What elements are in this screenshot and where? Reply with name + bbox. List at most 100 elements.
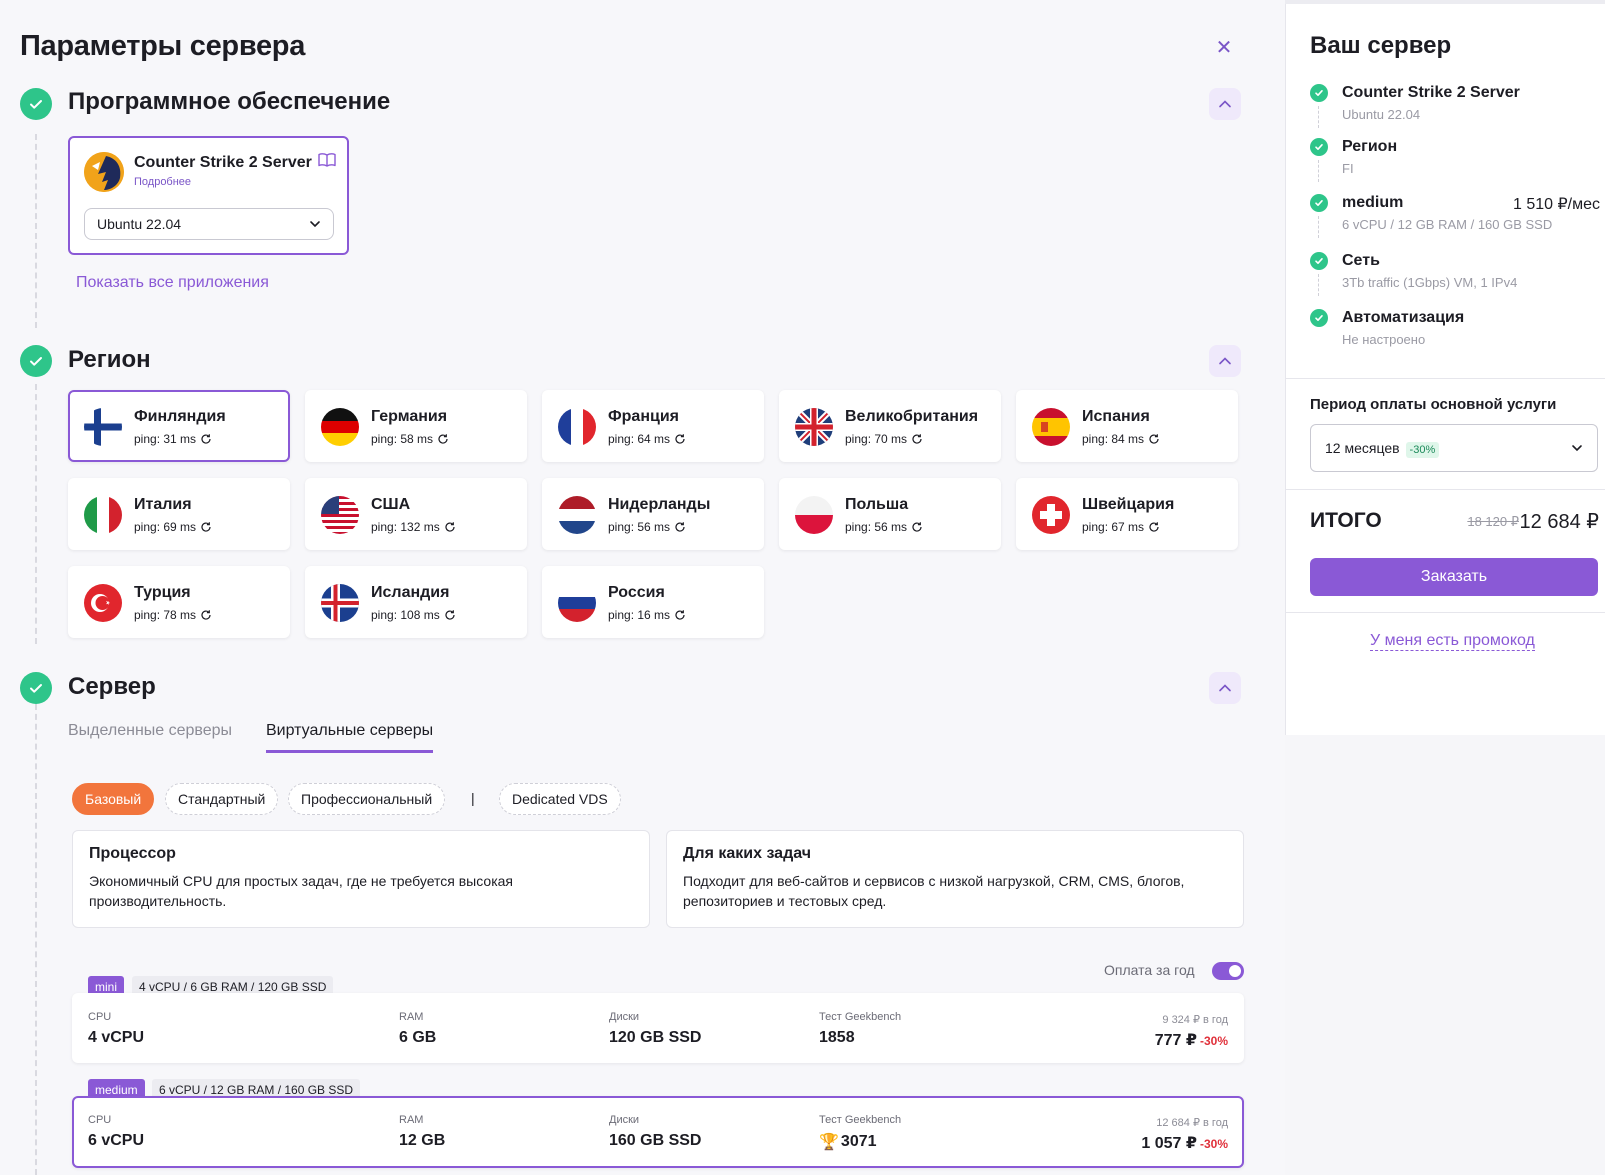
tab-virtual-servers[interactable]: Виртуальные серверы: [266, 722, 434, 753]
col-value: 1858: [819, 1029, 855, 1046]
summary-item-sub: Ubuntu 22.04: [1342, 107, 1421, 122]
summary-item: Регион FI: [1310, 138, 1600, 184]
refresh-icon[interactable]: [444, 521, 456, 533]
refresh-icon[interactable]: [911, 433, 923, 445]
region-card-ru[interactable]: Россия ping: 16 ms: [542, 566, 764, 638]
ping-text: ping: 108 ms: [371, 608, 440, 622]
info-use-cases: Для каких задач Подходит для веб-сайтов …: [666, 830, 1244, 928]
step-done-icon: [20, 88, 52, 120]
col-label: Тест Geekbench: [819, 1114, 902, 1126]
plan-card-mini[interactable]: CPU 4 vCPU RAM 6 GB Диски 120 GB SSD Тест G…: [72, 993, 1244, 1063]
region-card-us[interactable]: США ping: 132 ms: [305, 478, 527, 550]
region-ping: ping: 56 ms: [608, 520, 686, 534]
flag-fi-icon: [84, 408, 122, 446]
refresh-icon[interactable]: [674, 609, 686, 621]
refresh-icon[interactable]: [1148, 433, 1160, 445]
refresh-icon[interactable]: [437, 433, 449, 445]
ping-text: ping: 78 ms: [134, 608, 197, 622]
region-card-ch[interactable]: Швейцария ping: 67 ms: [1016, 478, 1238, 550]
region-card-tr[interactable]: Турция ping: 78 ms: [68, 566, 290, 638]
col-label: RAM: [399, 1114, 424, 1126]
show-all-apps-link[interactable]: Показать все приложения: [76, 274, 269, 292]
ping-text: ping: 70 ms: [845, 432, 908, 446]
refresh-icon[interactable]: [444, 609, 456, 621]
refresh-icon[interactable]: [911, 521, 923, 533]
refresh-icon[interactable]: [674, 521, 686, 533]
order-button[interactable]: Заказать: [1310, 558, 1598, 596]
pill-standard[interactable]: Стандартный: [165, 783, 279, 815]
region-card-gb[interactable]: Великобритания ping: 70 ms: [779, 390, 1001, 462]
server-config-panel: Параметры сервера ✕ Программное обеспече…: [0, 0, 1285, 1175]
info-text: Экономичный CPU для простых задач, где н…: [89, 873, 513, 909]
check-icon: [1310, 84, 1328, 102]
col-value: 12 GB: [399, 1132, 446, 1149]
ping-text: ping: 58 ms: [371, 432, 434, 446]
bench-value: 3071: [840, 1133, 877, 1150]
col-label: Диски: [609, 1011, 640, 1023]
summary-item: Автоматизация Не настроено: [1310, 309, 1600, 355]
col-label: RAM: [399, 1011, 424, 1023]
flag-es-icon: [1032, 408, 1070, 446]
section-title-software: Программное обеспечение: [68, 88, 391, 115]
period-value-wrap: 12 месяцев -30%: [1325, 440, 1440, 458]
step-connector: [35, 134, 37, 328]
period-select[interactable]: 12 месяцев -30%: [1310, 424, 1598, 472]
collapse-region-button[interactable]: [1209, 345, 1241, 377]
promo-code-link[interactable]: У меня есть промокод: [1370, 632, 1535, 651]
book-icon[interactable]: [318, 152, 336, 168]
refresh-icon[interactable]: [674, 433, 686, 445]
plan-cpu: CPU 6 vCPU: [88, 1114, 144, 1150]
flag-fr-icon: [558, 408, 596, 446]
refresh-icon[interactable]: [200, 433, 212, 445]
pill-professional[interactable]: Профессиональный: [288, 783, 446, 815]
software-details-link[interactable]: Подробнее: [134, 176, 191, 188]
flag-gb-icon: [795, 408, 833, 446]
ping-text: ping: 31 ms: [134, 432, 197, 446]
region-ping: ping: 67 ms: [1082, 520, 1160, 534]
refresh-icon[interactable]: [200, 609, 212, 621]
region-card-es[interactable]: Испания ping: 84 ms: [1016, 390, 1238, 462]
plan-cpu: CPU 4 vCPU: [88, 1011, 144, 1047]
ping-text: ping: 67 ms: [1082, 520, 1145, 534]
region-name: США: [371, 496, 411, 513]
region-card-nl[interactable]: Нидерланды ping: 56 ms: [542, 478, 764, 550]
flag-tr-icon: [84, 584, 122, 622]
total-old-price: 18 120 ₽: [1467, 514, 1519, 529]
flag-ch-icon: [1032, 496, 1070, 534]
region-card-pl[interactable]: Польша ping: 56 ms: [779, 478, 1001, 550]
summary-item-name: Автоматизация: [1342, 309, 1465, 326]
ping-text: ping: 56 ms: [608, 520, 671, 534]
plan-card-medium[interactable]: CPU 6 vCPU RAM 12 GB Диски 160 GB SSD Тест …: [72, 1096, 1244, 1168]
chevron-down-icon: [1572, 445, 1582, 452]
software-card[interactable]: Counter Strike 2 Server Подробнее Ubuntu…: [68, 136, 349, 255]
col-value: 160 GB SSD: [609, 1132, 702, 1149]
page-title: Параметры сервера: [20, 30, 306, 62]
region-card-fr[interactable]: Франция ping: 64 ms: [542, 390, 764, 462]
os-select-value: Ubuntu 22.04: [97, 216, 182, 232]
region-card-fi[interactable]: Финляндия ping: 31 ms: [68, 390, 290, 462]
summary-item: Сеть 3Tb traffic (1Gbps) VM, 1 IPv4: [1310, 252, 1600, 298]
tab-dedicated-servers[interactable]: Выделенные серверы: [68, 722, 232, 750]
region-name: Финляндия: [134, 408, 226, 425]
collapse-software-button[interactable]: [1209, 88, 1241, 120]
pill-basic[interactable]: Базовый: [72, 783, 155, 815]
close-icon[interactable]: ✕: [1212, 36, 1236, 60]
region-card-it[interactable]: Италия ping: 69 ms: [68, 478, 290, 550]
refresh-icon[interactable]: [200, 521, 212, 533]
step-connector: [35, 704, 37, 1175]
region-card-de[interactable]: Германия ping: 58 ms: [305, 390, 527, 462]
check-icon: [1310, 194, 1328, 212]
os-select[interactable]: Ubuntu 22.04: [84, 208, 334, 240]
region-name: Франция: [608, 408, 679, 425]
yearly-payment-toggle[interactable]: [1212, 962, 1244, 980]
region-ping: ping: 78 ms: [134, 608, 212, 622]
refresh-icon[interactable]: [1148, 521, 1160, 533]
plan-ram: RAM 12 GB: [399, 1114, 445, 1150]
collapse-server-button[interactable]: [1209, 672, 1241, 704]
col-label: CPU: [88, 1011, 112, 1023]
pill-dedicated-vds[interactable]: Dedicated VDS: [499, 783, 621, 815]
region-card-is[interactable]: Исландия ping: 108 ms: [305, 566, 527, 638]
col-value: 🏆 3071: [819, 1132, 901, 1152]
section-title-region: Регион: [68, 346, 151, 373]
flag-us-icon: [321, 496, 359, 534]
